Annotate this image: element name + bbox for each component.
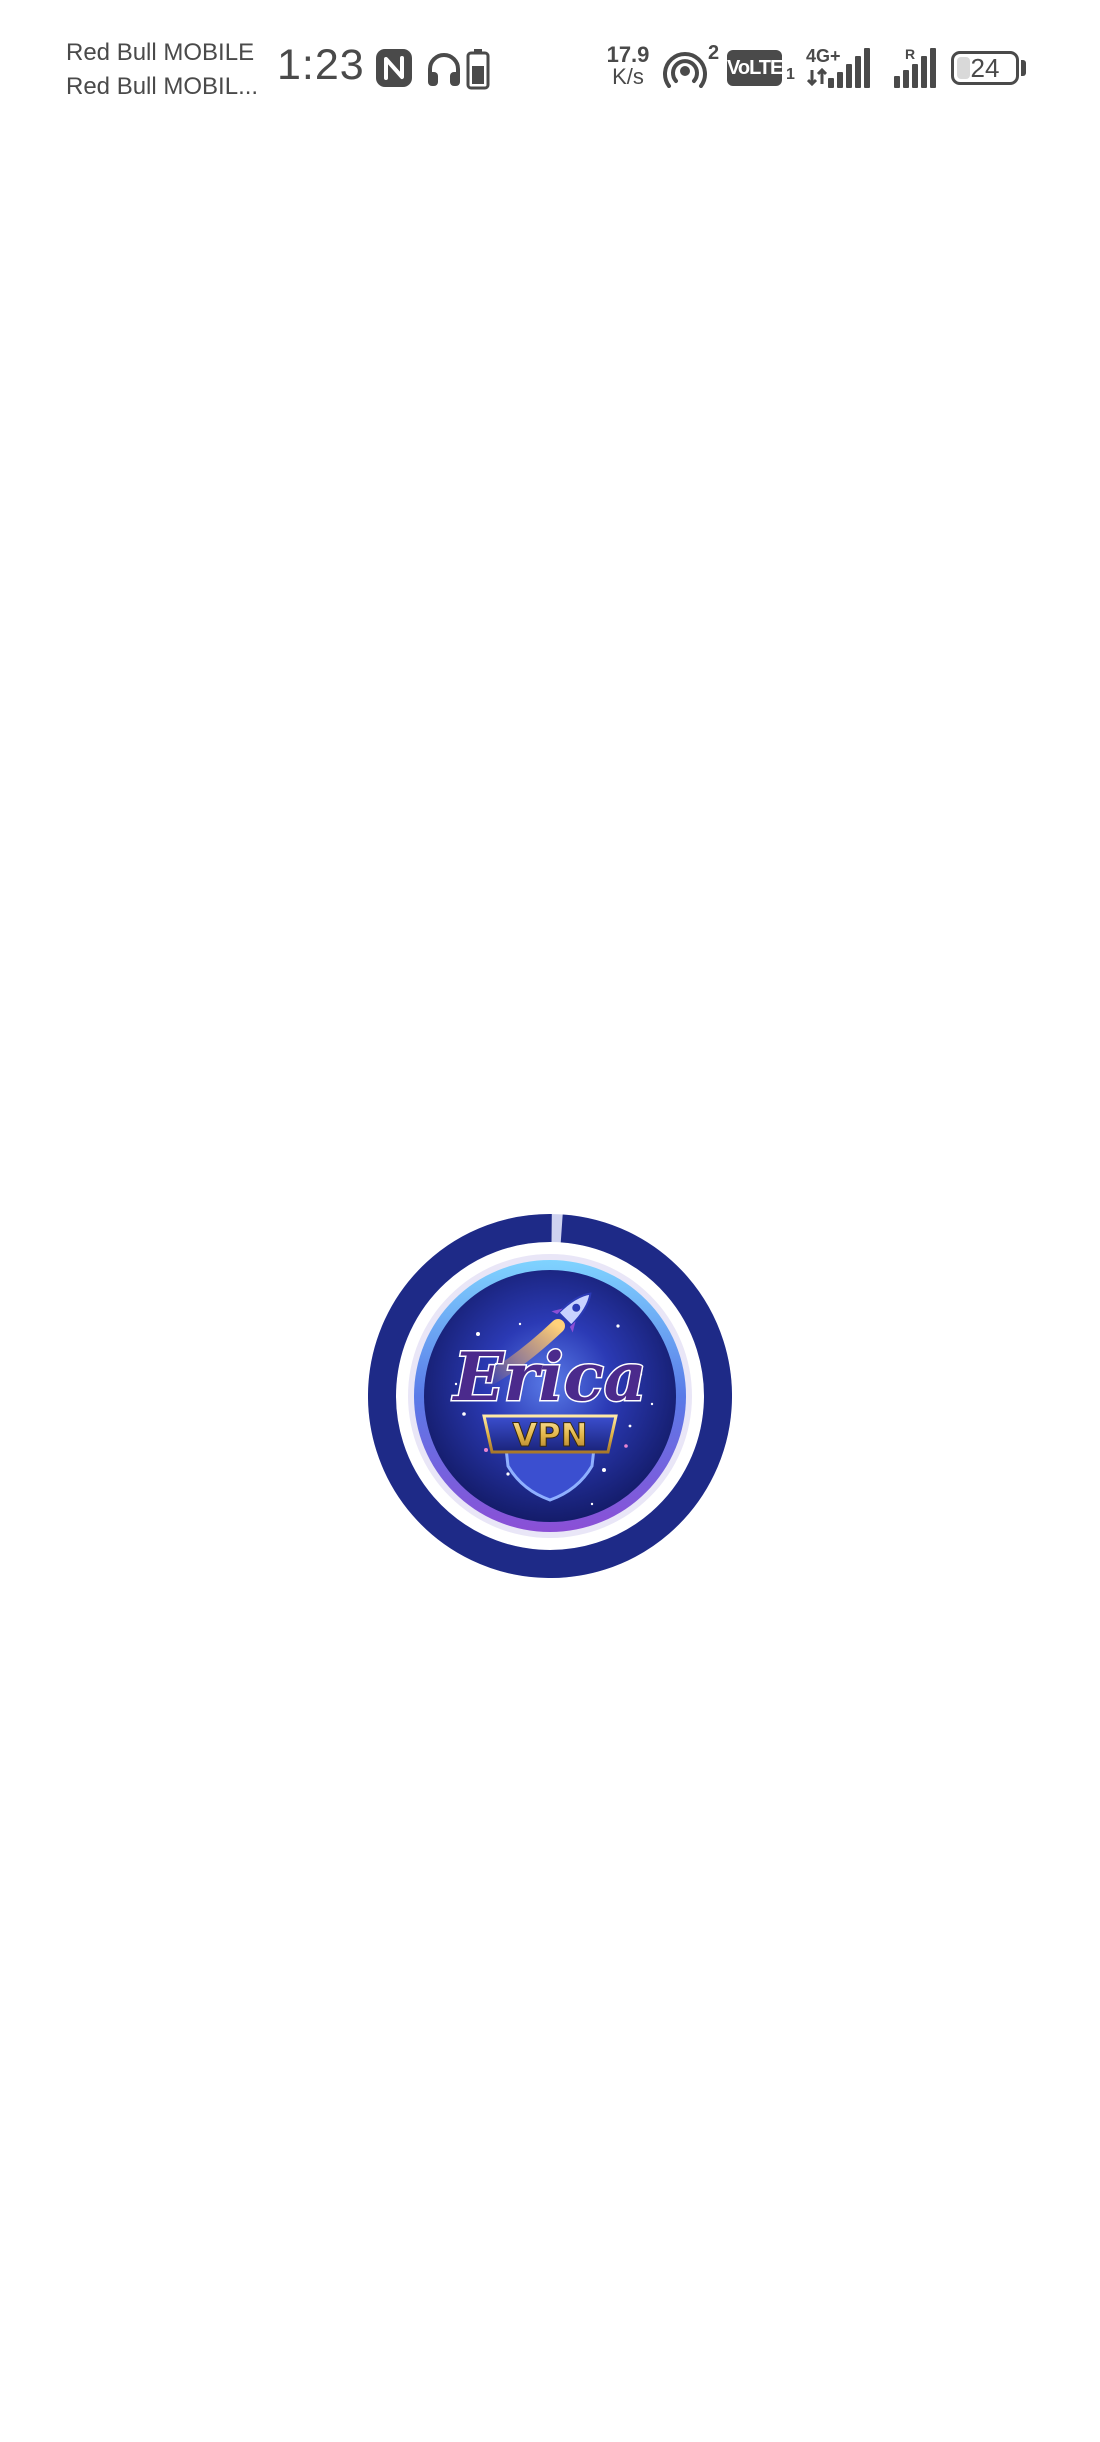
carrier-2: Red Bull MOBIL...: [66, 73, 259, 100]
status-time: 1:23: [277, 41, 365, 89]
logo-subtitle: VPN: [513, 1416, 588, 1454]
logo-title: Erica: [451, 1338, 646, 1416]
battery-icon: 24: [951, 51, 1019, 85]
carrier-names: Red Bull MOBILE Red Bull MOBIL...: [66, 36, 276, 104]
splash-logo-container: Erica VPN: [368, 1214, 732, 1578]
signal-bars-roaming-icon: [894, 48, 936, 88]
battery-tip: [1021, 60, 1026, 76]
erica-vpn-logo: Erica VPN: [408, 1254, 692, 1538]
status-bar: Red Bull MOBILE Red Bull MOBIL... 1:23 1…: [0, 0, 1100, 130]
volte-badge: VoLTE: [727, 50, 783, 86]
network-speed-value: 17.9: [606, 42, 650, 67]
headphones-icon: [428, 53, 460, 86]
network-speed-unit: K/s: [612, 64, 644, 89]
hotspot-device-count: 2: [708, 42, 720, 64]
hotspot-icon: [663, 52, 707, 88]
network-speed: 17.9 K/s: [600, 44, 656, 88]
splash-screen: Red Bull MOBILE Red Bull MOBIL... 1:23 1…: [0, 0, 1100, 2442]
battery-saver-icon: [466, 49, 490, 90]
nfc-icon: [376, 49, 412, 87]
battery-percentage: 24: [970, 53, 1000, 83]
carrier-1: Red Bull MOBILE: [66, 39, 255, 66]
data-activity-icon: [807, 68, 827, 86]
sim-slot-indicator: 1: [786, 66, 795, 83]
signal-bars-icon: [828, 48, 870, 88]
